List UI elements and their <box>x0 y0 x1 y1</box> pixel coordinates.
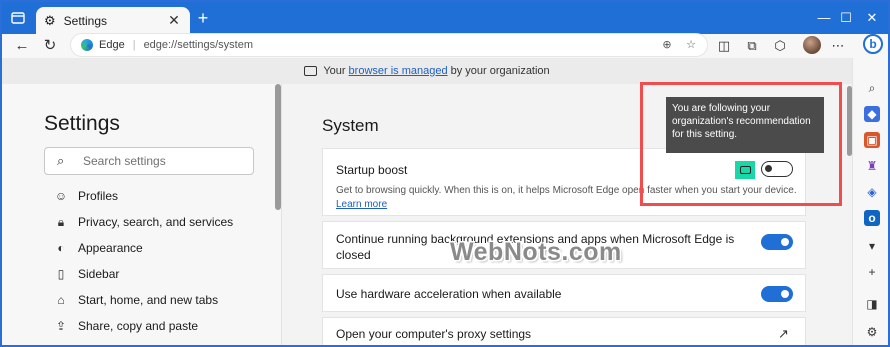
continue-running-title-line2: closed <box>336 248 371 262</box>
address-bar[interactable]: Edge | edge://settings/system ⊕ ☆ <box>70 33 708 57</box>
search-icon: ⌕ <box>57 153 65 168</box>
navigation-bar: ← ↻ Edge | edge://settings/system ⊕ ☆ ◫ … <box>2 33 888 58</box>
maximize-button[interactable]: ☐ <box>836 9 856 27</box>
rail-settings-icon[interactable]: ⚙ <box>864 324 880 340</box>
webnots-watermark: WebNots.com <box>450 238 622 266</box>
hardware-acceleration-card: Use hardware acceleration when available <box>322 274 806 312</box>
tab-settings[interactable]: ⚙ Settings ✕ <box>36 7 190 34</box>
close-window-button[interactable]: ✕ <box>862 9 882 27</box>
address-separator: | <box>132 39 136 51</box>
minimize-button[interactable]: — <box>814 9 834 27</box>
chevron-down-icon[interactable]: ▾ <box>864 238 880 254</box>
sidebar-item-label: Appearance <box>78 241 143 255</box>
url-text: edge://settings/system <box>143 39 254 51</box>
managed-banner: Your browser is managed by your organiza… <box>2 58 852 84</box>
sidebar-item-profiles[interactable]: ☺ Profiles <box>54 185 254 207</box>
startup-boost-title: Startup boost <box>336 163 408 177</box>
favorite-star-icon[interactable]: ☆ <box>683 37 699 53</box>
sidebar-item-label: Start, home, and new tabs <box>78 293 219 307</box>
palette-icon: ◐ <box>57 241 65 255</box>
lock-icon: 🔒︎ <box>57 215 65 229</box>
sidebar-item-privacy[interactable]: 🔒︎ Privacy, search, and services <box>54 211 254 233</box>
edge-sidebar-rail: ⌕ ◆ ▣ ♜ ◈ o ▾ + ◨ ⚙ <box>852 58 888 345</box>
banner-suffix: by your organization <box>450 65 550 77</box>
toggle-knob <box>781 290 789 298</box>
settings-title: Settings <box>44 112 120 135</box>
sidebar-item-appearance[interactable]: ◐ Appearance <box>54 237 254 259</box>
content-scrollbar[interactable] <box>847 86 852 156</box>
hide-sidebar-icon[interactable]: ◨ <box>864 296 880 312</box>
home-icon: ⌂ <box>57 293 65 307</box>
search-icon[interactable]: ⌕ <box>864 80 880 96</box>
search-placeholder: Search settings <box>83 154 166 168</box>
profile-avatar[interactable] <box>803 36 821 54</box>
add-icon[interactable]: + <box>864 264 880 280</box>
site-label: Edge <box>99 39 125 51</box>
zoom-icon[interactable]: ⊕ <box>659 37 675 53</box>
extensions-icon[interactable]: ⬡ <box>770 36 790 56</box>
share-icon: ⇪ <box>55 319 67 333</box>
hardware-acceleration-toggle[interactable] <box>761 286 793 302</box>
arrow-left-icon: ← <box>14 37 30 54</box>
banner-prefix: Your <box>323 65 346 77</box>
refresh-button[interactable]: ↻ <box>40 36 60 56</box>
page-title: System <box>322 116 379 135</box>
chess-icon[interactable]: ♜ <box>864 158 880 174</box>
sidebar-item-label: Share, copy and paste <box>78 319 199 333</box>
proxy-settings-card[interactable]: Open your computer's proxy settings ↗ <box>322 317 806 345</box>
highlight-box <box>640 82 842 206</box>
sidebar-item-sidebar[interactable]: ▯ Sidebar <box>54 263 254 285</box>
browser-managed-link[interactable]: browser is managed <box>349 65 448 77</box>
browser-window: ⚙ Settings ✕ + — ☐ ✕ ← ↻ Edge | edge://s… <box>0 0 890 347</box>
more-menu-icon[interactable]: ⋯ <box>828 36 848 56</box>
tag-icon[interactable]: ◆ <box>864 106 880 122</box>
copilot-icon[interactable]: b <box>863 34 883 54</box>
proxy-settings-title: Open your computer's proxy settings <box>336 327 532 341</box>
tab-title: Settings <box>63 13 108 28</box>
sidebar-item-start-home[interactable]: ⌂ Start, home, and new tabs <box>54 289 254 311</box>
toggle-knob <box>781 238 789 246</box>
collections-icon[interactable]: ⧉ <box>742 36 762 56</box>
refresh-icon: ↻ <box>43 37 57 54</box>
title-bar: ⚙ Settings ✕ + — ☐ ✕ <box>2 2 888 34</box>
learn-more-link[interactable]: Learn more <box>336 199 387 210</box>
split-screen-icon[interactable]: ◫ <box>714 36 734 56</box>
edge-logo-icon <box>81 39 93 51</box>
outlook-icon[interactable]: o <box>864 210 880 226</box>
tab-actions-icon <box>11 12 25 24</box>
new-tab-button[interactable]: + <box>194 9 212 27</box>
continue-running-toggle[interactable] <box>761 234 793 250</box>
sidebar-item-label: Privacy, search, and services <box>78 215 234 229</box>
tab-actions-button[interactable] <box>8 8 28 28</box>
external-link-icon[interactable]: ↗ <box>778 326 789 342</box>
close-tab-button[interactable]: ✕ <box>166 12 182 29</box>
sidebar-item-share-copy[interactable]: ⇪ Share, copy and paste <box>54 315 254 337</box>
copilot-rail-icon[interactable]: ◈ <box>864 184 880 200</box>
search-settings-input[interactable]: ⌕ Search settings <box>44 147 254 175</box>
sidebar-icon: ▯ <box>57 267 65 281</box>
person-icon: ☺ <box>54 189 68 203</box>
toolbox-icon[interactable]: ▣ <box>864 132 880 148</box>
briefcase-icon <box>304 66 318 76</box>
hardware-acceleration-title: Use hardware acceleration when available <box>336 287 562 301</box>
settings-navigation: Settings ⌕ Search settings ☺ Profiles 🔒︎… <box>2 84 272 345</box>
back-button[interactable]: ← <box>12 36 32 56</box>
gear-icon: ⚙ <box>44 12 56 28</box>
sidebar-item-label: Profiles <box>78 189 119 203</box>
sidebar-item-label: Sidebar <box>78 267 120 281</box>
